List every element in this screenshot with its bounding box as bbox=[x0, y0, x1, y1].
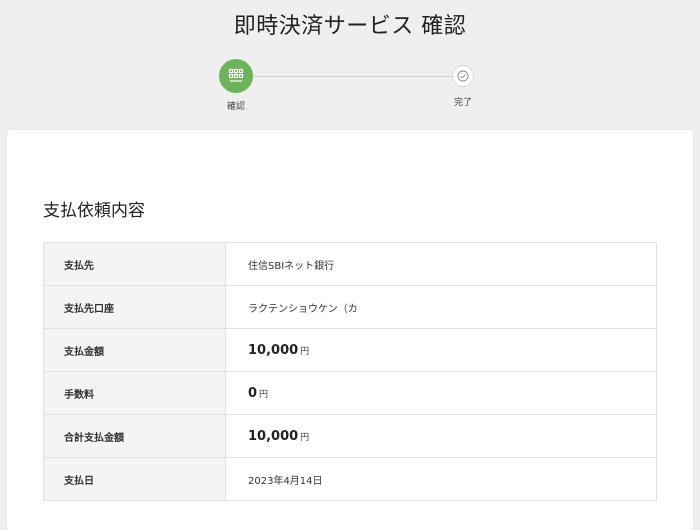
table-row: 手数料 0円 bbox=[43, 371, 657, 415]
row-value-fee: 0円 bbox=[225, 371, 657, 415]
row-value-payment-amount: 10,000 円 bbox=[225, 328, 657, 372]
step-confirm-label: 確認 bbox=[226, 102, 245, 112]
payment-amount-value: 10,000 bbox=[248, 342, 299, 358]
currency-unit: 円 bbox=[259, 389, 269, 400]
section-title: 支払依頼内容 bbox=[43, 201, 145, 221]
progress-stepper: 確認 完了 bbox=[0, 58, 700, 118]
currency-unit: 円 bbox=[300, 346, 310, 357]
table-row: 支払先口座 ラクテンショウケン（カ bbox=[43, 285, 657, 329]
stepper-connector-line bbox=[236, 76, 464, 77]
page-title: 即時決済サービス 確認 bbox=[233, 14, 467, 39]
table-row: 支払先 住信SBIネット銀行 bbox=[43, 242, 657, 286]
row-value-payment-date: 2023年4月14日 bbox=[225, 457, 657, 501]
payment-details-card: 支払依頼内容 支払先 住信SBIネット銀行 支払先口座 ラクテンショウケン（カ … bbox=[7, 130, 693, 530]
row-value-payee: 住信SBIネット銀行 bbox=[225, 242, 657, 286]
row-value-payee-account: ラクテンショウケン（カ bbox=[225, 285, 657, 329]
check-icon bbox=[457, 70, 469, 82]
table-row: 支払日 2023年4月14日 bbox=[43, 457, 657, 501]
currency-unit: 円 bbox=[300, 432, 310, 443]
row-label-payment-date: 支払日 bbox=[43, 457, 226, 501]
row-label-payment-amount: 支払金額 bbox=[43, 328, 226, 372]
row-label-total-amount: 合計支払金額 bbox=[43, 414, 226, 458]
row-label-payee: 支払先 bbox=[43, 242, 226, 286]
row-label-fee: 手数料 bbox=[43, 371, 226, 415]
row-value-total-amount: 10,000 円 bbox=[225, 414, 657, 458]
grid-icon bbox=[228, 68, 244, 82]
step-complete-label: 完了 bbox=[453, 98, 472, 108]
row-label-payee-account: 支払先口座 bbox=[43, 285, 226, 329]
table-row: 支払金額 10,000 円 bbox=[43, 328, 657, 372]
total-amount-value: 10,000 bbox=[248, 428, 299, 444]
table-row: 合計支払金額 10,000 円 bbox=[43, 414, 657, 458]
step-confirm-indicator bbox=[219, 59, 253, 93]
fee-value: 0 bbox=[248, 385, 258, 401]
step-complete-indicator bbox=[452, 65, 474, 87]
payment-details-table: 支払先 住信SBIネット銀行 支払先口座 ラクテンショウケン（カ 支払金額 10… bbox=[43, 242, 657, 501]
